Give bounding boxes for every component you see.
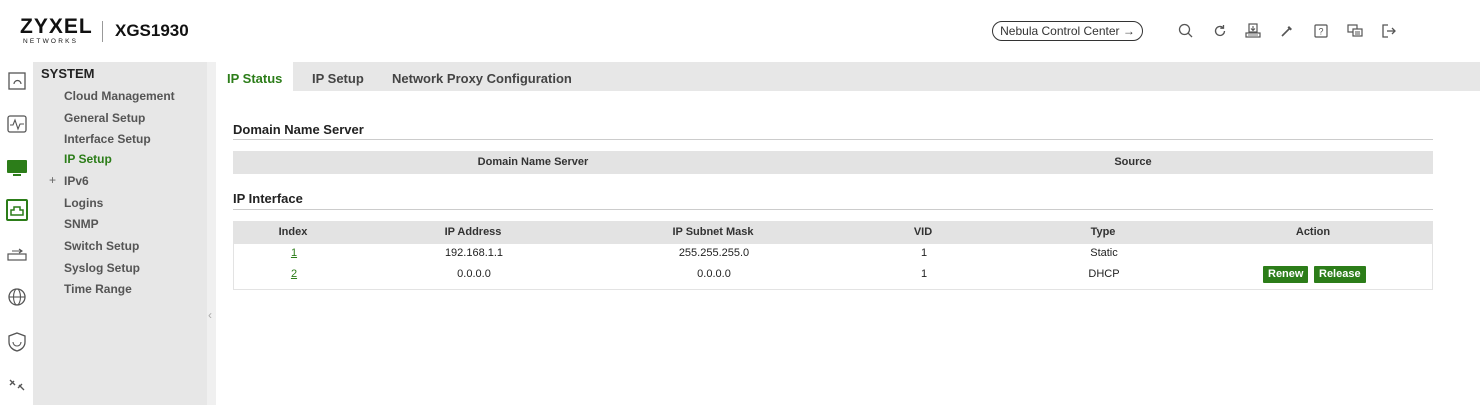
type-cell: Static bbox=[1090, 247, 1118, 259]
sidebar-collapse-handle[interactable]: ‹ bbox=[207, 62, 216, 405]
top-header: ZYXEL NETWORKS XGS1930 Nebula Control Ce… bbox=[0, 0, 1480, 62]
dns-section-title: Domain Name Server bbox=[233, 122, 364, 137]
sidebar-item-general-setup[interactable]: General Setup bbox=[64, 111, 145, 125]
index-link[interactable]: 2 bbox=[291, 268, 297, 280]
column-header: Source bbox=[1114, 156, 1152, 168]
ip-table-header: Index IP Address IP Subnet Mask VID Type… bbox=[233, 221, 1433, 244]
column-header: IP Address bbox=[444, 226, 502, 238]
section-divider bbox=[233, 209, 1433, 210]
ip-interface-table: Index IP Address IP Subnet Mask VID Type… bbox=[233, 221, 1433, 291]
port-icon[interactable] bbox=[4, 197, 30, 223]
column-header: IP Subnet Mask bbox=[672, 226, 754, 238]
column-header: Type bbox=[1090, 226, 1116, 238]
monitor-icon[interactable] bbox=[4, 111, 30, 137]
column-header: Index bbox=[278, 226, 308, 238]
switching-icon[interactable] bbox=[4, 241, 30, 267]
release-button[interactable]: Release bbox=[1314, 266, 1366, 283]
ip-address-cell: 192.168.1.1 bbox=[444, 247, 504, 259]
nebula-control-center-button[interactable]: Nebula Control Center → bbox=[992, 21, 1143, 41]
logout-icon[interactable] bbox=[1380, 22, 1398, 40]
logo-text: ZYXEL bbox=[20, 15, 93, 38]
section-divider bbox=[233, 139, 1433, 140]
sidebar-item-logins[interactable]: Logins bbox=[64, 196, 103, 210]
sidebar-item-time-range[interactable]: Time Range bbox=[64, 282, 132, 296]
sidebar-item-cloud-management[interactable]: Cloud Management bbox=[64, 89, 175, 103]
dns-table-header: Domain Name Server Source bbox=[233, 151, 1433, 174]
sidebar-item-syslog-setup[interactable]: Syslog Setup bbox=[64, 261, 140, 275]
refresh-icon[interactable] bbox=[1211, 22, 1229, 40]
logo-subtext: NETWORKS bbox=[23, 38, 79, 45]
chevron-left-icon: ‹ bbox=[208, 308, 212, 322]
chat-icon[interactable] bbox=[1346, 22, 1364, 40]
help-icon[interactable]: ? bbox=[1312, 22, 1330, 40]
column-header: Domain Name Server bbox=[477, 156, 589, 168]
subnet-mask-cell: 255.255.255.0 bbox=[678, 247, 750, 259]
device-model: XGS1930 bbox=[115, 21, 189, 40]
tab-network-proxy-configuration[interactable]: Network Proxy Configuration bbox=[381, 62, 583, 91]
sidebar-item-interface-setup[interactable]: Interface Setup bbox=[64, 132, 151, 146]
system-icon[interactable] bbox=[4, 155, 30, 181]
maintenance-icon[interactable] bbox=[4, 372, 30, 398]
expand-icon[interactable]: + bbox=[49, 173, 56, 187]
save-icon[interactable] bbox=[1244, 22, 1262, 40]
type-cell: DHCP bbox=[1088, 268, 1120, 280]
vid-cell: 1 bbox=[920, 268, 928, 280]
zyxel-logo[interactable]: ZYXEL NETWORKS bbox=[20, 15, 93, 45]
ip-address-cell: 0.0.0.0 bbox=[457, 268, 491, 280]
icon-rail bbox=[0, 62, 33, 405]
search-icon[interactable] bbox=[1177, 22, 1195, 40]
dns-table: Domain Name Server Source bbox=[233, 151, 1433, 174]
main-content: IP Status IP Setup Network Proxy Configu… bbox=[216, 62, 1480, 405]
header-divider bbox=[102, 21, 103, 42]
tab-bar: IP Status IP Setup Network Proxy Configu… bbox=[216, 62, 1480, 91]
ip-interface-section-title: IP Interface bbox=[233, 191, 303, 206]
vid-cell: 1 bbox=[920, 247, 928, 259]
sidebar-item-ipv6[interactable]: IPv6 bbox=[64, 174, 89, 188]
index-link[interactable]: 1 bbox=[291, 247, 297, 259]
tab-ip-status[interactable]: IP Status bbox=[216, 62, 294, 91]
subnet-mask-cell: 0.0.0.0 bbox=[697, 268, 731, 280]
sidebar-item-switch-setup[interactable]: Switch Setup bbox=[64, 239, 139, 253]
tab-ip-setup[interactable]: IP Setup bbox=[301, 62, 375, 91]
sidebar-item-snmp[interactable]: SNMP bbox=[64, 217, 99, 231]
network-icon[interactable] bbox=[4, 284, 30, 310]
index-cell: 1 bbox=[234, 247, 354, 259]
ip-table-body: 1 192.168.1.1 255.255.255.0 1 Static 2 0… bbox=[233, 244, 1433, 290]
sidebar-item-ip-setup[interactable]: IP Setup bbox=[64, 152, 112, 166]
sidebar: SYSTEM Cloud Management General Setup In… bbox=[33, 62, 207, 405]
dashboard-icon[interactable] bbox=[4, 68, 30, 94]
column-header: VID bbox=[913, 226, 933, 238]
renew-button[interactable]: Renew bbox=[1263, 266, 1309, 283]
sidebar-title: SYSTEM bbox=[41, 66, 95, 81]
tools-icon[interactable] bbox=[1278, 22, 1296, 40]
security-icon[interactable] bbox=[4, 329, 30, 355]
svg-text:?: ? bbox=[1318, 27, 1323, 37]
column-header: Action bbox=[1295, 226, 1331, 238]
index-cell: 2 bbox=[234, 268, 354, 280]
